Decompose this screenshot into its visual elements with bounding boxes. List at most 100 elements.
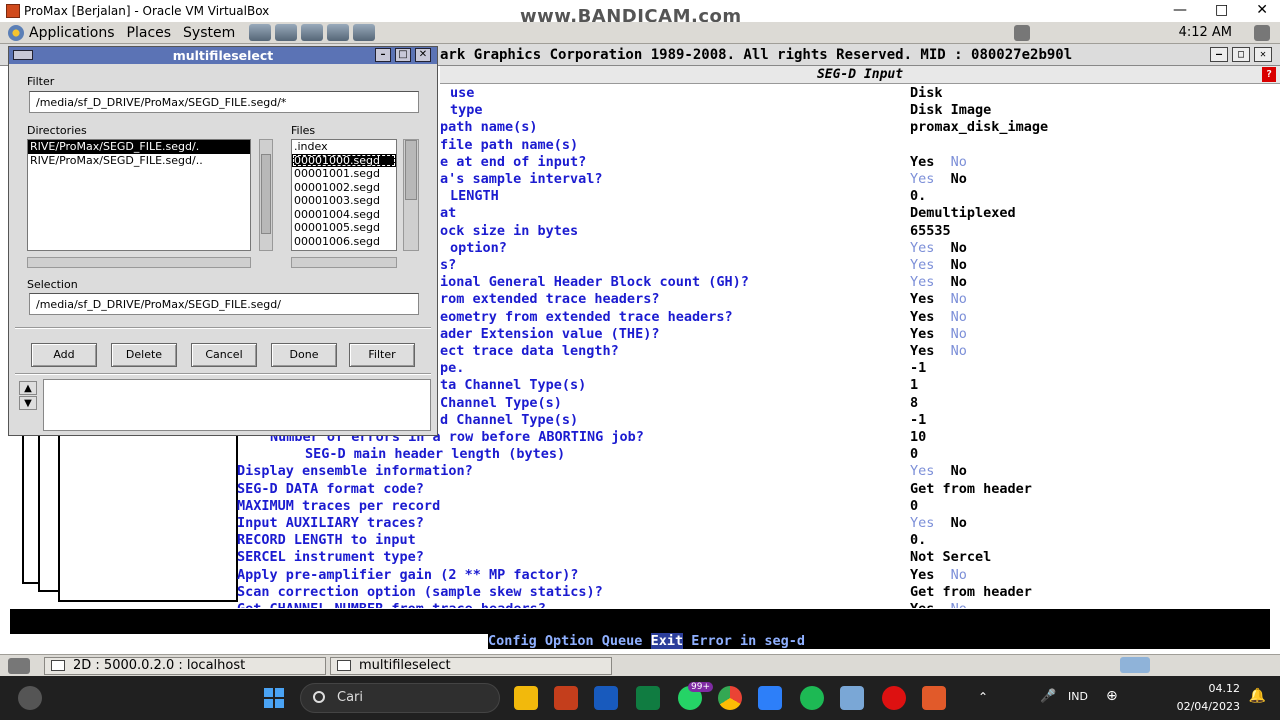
task-promax-2d[interactable]: 2D : 5000.0.2.0 : localhost (44, 656, 326, 675)
no-option[interactable]: No (951, 274, 967, 290)
show-desktop-icon[interactable] (8, 657, 30, 674)
yes-option[interactable]: Yes (910, 515, 934, 531)
powerpoint-icon[interactable] (554, 686, 578, 710)
parameter-value[interactable]: 0. (910, 188, 926, 204)
parameter-value[interactable]: 65535 (910, 223, 951, 239)
excel-icon[interactable] (636, 686, 660, 710)
file-item[interactable]: 00001004.segd (292, 208, 396, 222)
file-item[interactable]: 00001001.segd (292, 167, 396, 181)
parameter-row[interactable]: SERCEL instrument type? Not Sercel (0, 549, 1280, 566)
files-hscrollbar[interactable] (291, 257, 397, 268)
help-button[interactable]: ? (1262, 67, 1276, 82)
parameter-value[interactable]: Yes No (910, 326, 967, 342)
parameter-row[interactable]: Apply pre-amplifier gain (2 ** MP factor… (0, 567, 1280, 584)
parameter-row[interactable]: SEG-D DATA format code? Get from header (0, 481, 1280, 498)
directory-item[interactable]: RIVE/ProMax/SEGD_FILE.segd/.. (28, 154, 250, 168)
parameter-value[interactable]: Yes No (910, 343, 967, 359)
no-option[interactable]: No (951, 463, 967, 479)
file-item[interactable]: 00001002.segd (292, 181, 396, 195)
notification-bell-icon[interactable]: 🔔 (1249, 688, 1266, 704)
maximize-button[interactable]: □ (1215, 2, 1228, 18)
no-option[interactable]: No (951, 171, 967, 187)
parameter-value[interactable]: 1 (910, 377, 918, 393)
spin-down-arrow-icon[interactable]: ▼ (19, 396, 37, 410)
directory-item[interactable]: RIVE/ProMax/SEGD_FILE.segd/. (28, 140, 250, 154)
record-icon[interactable] (882, 686, 906, 710)
no-option[interactable]: No (951, 515, 967, 531)
yes-option[interactable]: Yes (910, 291, 934, 307)
parameter-row[interactable]: Scan correction option (sample skew stat… (0, 584, 1280, 601)
files-vscrollbar[interactable] (403, 139, 419, 251)
dialog-close-button[interactable]: ✕ (415, 48, 431, 62)
no-option[interactable]: No (951, 309, 967, 325)
parameter-value[interactable]: Yes No (910, 274, 967, 290)
input-language[interactable]: IND (1068, 690, 1088, 703)
file-item[interactable]: 00001003.segd (292, 194, 396, 208)
file-explorer-icon[interactable] (514, 686, 538, 710)
parameter-value[interactable]: Yes No (910, 291, 967, 307)
directories-vscrollbar[interactable] (259, 139, 273, 251)
file-item[interactable]: 00001005.segd (292, 221, 396, 235)
weather-icon[interactable] (18, 686, 42, 710)
yes-option[interactable]: Yes (910, 154, 934, 170)
volume-icon[interactable] (1014, 25, 1030, 41)
workspace-switcher[interactable] (1120, 657, 1150, 673)
parameter-value[interactable]: -1 (910, 412, 926, 428)
parameter-value[interactable]: Yes No (910, 257, 967, 273)
parameter-value[interactable]: Yes No (910, 154, 967, 170)
close-button[interactable]: ✕ (1256, 2, 1268, 18)
menu-applications[interactable]: Applications (29, 25, 115, 41)
parameter-value[interactable]: Yes No (910, 309, 967, 325)
dialog-maximize-button[interactable]: □ (395, 48, 411, 62)
task-multifileselect[interactable]: multifileselect (330, 656, 612, 675)
status-config[interactable]: Config Option Queue (488, 633, 651, 649)
window-menu-button[interactable] (13, 50, 33, 60)
parameter-value[interactable]: Yes No (910, 567, 967, 583)
notes-launcher-icon[interactable] (327, 24, 350, 41)
chrome-icon[interactable] (718, 686, 742, 710)
yes-option[interactable]: Yes (910, 567, 934, 583)
delete-button[interactable]: Delete (111, 343, 177, 367)
microphone-icon[interactable]: 🎤 (1040, 689, 1056, 704)
parameter-value[interactable]: 8 (910, 395, 918, 411)
mail-launcher-icon[interactable] (275, 24, 298, 41)
network-icon[interactable]: ⊕ (1106, 688, 1118, 704)
parameter-row[interactable]: Input AUXILIARY traces? Yes No (0, 515, 1280, 532)
yes-option[interactable]: Yes (910, 343, 934, 359)
parameter-row[interactable]: Display ensemble information? Yes No (0, 463, 1280, 480)
parameter-value[interactable]: Yes No (910, 463, 967, 479)
parameter-value[interactable]: Disk Image (910, 102, 991, 118)
promax-minimize-button[interactable]: – (1210, 47, 1228, 62)
tray-chevron-icon[interactable]: ⌃ (978, 690, 988, 704)
parameter-value[interactable]: Yes No (910, 171, 967, 187)
panel-clock[interactable]: 4:12 AM (1179, 25, 1232, 40)
menu-places[interactable]: Places (127, 25, 172, 41)
parameter-value[interactable]: Get from header (910, 584, 1032, 600)
filter-input[interactable]: /media/sf_D_DRIVE/ProMax/SEGD_FILE.segd/… (29, 91, 419, 113)
no-option[interactable]: No (951, 343, 967, 359)
taskbar-search[interactable]: Cari (300, 683, 500, 713)
file-item[interactable]: 00001006.segd (292, 235, 396, 249)
yes-option[interactable]: Yes (910, 463, 934, 479)
file-item[interactable]: .index (292, 140, 396, 154)
settings-launcher-icon[interactable] (353, 24, 376, 41)
promax-taskbar-icon[interactable] (922, 686, 946, 710)
done-button[interactable]: Done (271, 343, 337, 367)
yes-option[interactable]: Yes (910, 326, 934, 342)
yes-option[interactable]: Yes (910, 274, 934, 290)
dialog-minimize-button[interactable]: – (375, 48, 391, 62)
no-option[interactable]: No (951, 567, 967, 583)
windows-start-icon[interactable] (264, 688, 284, 708)
file-item[interactable]: 00001000.segd (292, 153, 396, 167)
scroll-thumb[interactable] (405, 140, 417, 200)
yes-option[interactable]: Yes (910, 171, 934, 187)
parameter-value[interactable]: 0 (910, 446, 918, 462)
scroll-thumb[interactable] (261, 154, 271, 234)
parameter-value[interactable]: 10 (910, 429, 926, 445)
no-option[interactable]: No (951, 326, 967, 342)
parameter-row[interactable]: SEG-D main header length (bytes) 0 (0, 446, 1280, 463)
virtualbox-taskbar-icon[interactable] (840, 686, 864, 710)
parameter-value[interactable]: Demultiplexed (910, 205, 1016, 221)
yes-option[interactable]: Yes (910, 309, 934, 325)
status-exit[interactable]: Exit (650, 633, 684, 649)
